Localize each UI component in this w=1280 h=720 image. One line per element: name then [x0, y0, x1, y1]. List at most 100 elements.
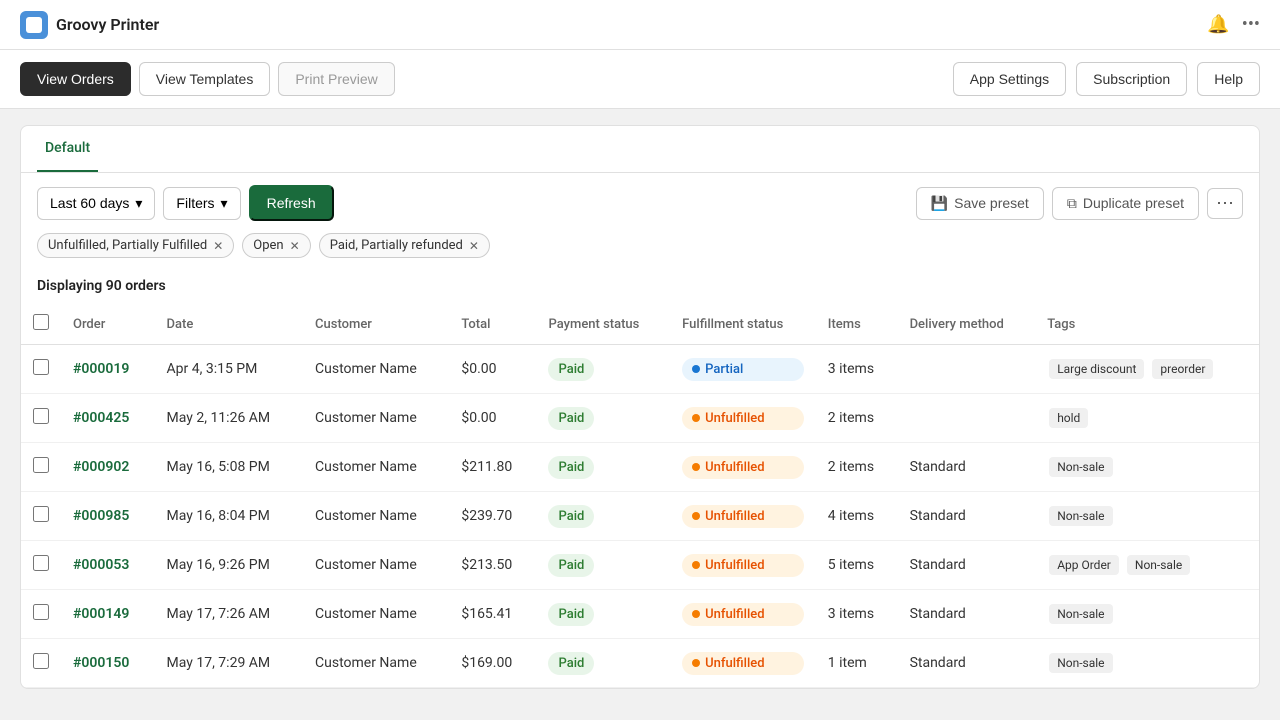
- order-items: 3 items: [816, 345, 898, 394]
- more-options-button[interactable]: ⋯: [1207, 188, 1243, 219]
- topbar-actions: 🔔 •••: [1207, 14, 1260, 35]
- status-dot: [692, 561, 700, 569]
- row-checkbox[interactable]: [33, 506, 49, 522]
- th-tags: Tags: [1035, 304, 1259, 345]
- order-items: 5 items: [816, 541, 898, 590]
- table-row: #000150May 17, 7:29 AMCustomer Name$169.…: [21, 639, 1259, 688]
- payment-status: Paid: [536, 590, 670, 639]
- order-link[interactable]: #000985: [73, 508, 129, 524]
- order-date: May 16, 8:04 PM: [155, 492, 304, 541]
- order-tags: Non-sale: [1035, 492, 1259, 541]
- filter-tag-fulfillment: Unfulfilled, Partially Fulfilled ✕: [37, 233, 234, 258]
- delivery-method: Standard: [898, 492, 1036, 541]
- tab-default[interactable]: Default: [37, 126, 98, 172]
- filters-dropdown[interactable]: Filters ▾: [163, 187, 240, 220]
- tag-pill: Non-sale: [1049, 506, 1112, 526]
- fulfillment-status: Unfulfilled: [670, 590, 816, 639]
- app-settings-button[interactable]: App Settings: [953, 62, 1066, 96]
- customer-name: Customer Name: [303, 345, 449, 394]
- order-date: Apr 4, 3:15 PM: [155, 345, 304, 394]
- save-preset-button[interactable]: 💾 Save preset: [916, 187, 1044, 220]
- subscription-button[interactable]: Subscription: [1076, 62, 1187, 96]
- fulfillment-status-badge: Unfulfilled: [682, 603, 804, 626]
- fulfillment-status-badge: Unfulfilled: [682, 652, 804, 675]
- customer-name: Customer Name: [303, 541, 449, 590]
- row-checkbox[interactable]: [33, 653, 49, 669]
- th-date: Date: [155, 304, 304, 345]
- refresh-button[interactable]: Refresh: [249, 185, 334, 221]
- table-row: #000053May 16, 9:26 PMCustomer Name$213.…: [21, 541, 1259, 590]
- duplicate-preset-button[interactable]: ⧉ Duplicate preset: [1052, 187, 1199, 220]
- table-row: #000985May 16, 8:04 PMCustomer Name$239.…: [21, 492, 1259, 541]
- order-link[interactable]: #000053: [73, 557, 129, 573]
- tabs: Default: [21, 126, 1259, 173]
- order-total: $211.80: [449, 443, 536, 492]
- print-preview-button[interactable]: Print Preview: [278, 62, 394, 96]
- delivery-method: Standard: [898, 639, 1036, 688]
- order-total: $165.41: [449, 590, 536, 639]
- order-tags: hold: [1035, 394, 1259, 443]
- payment-status-badge: Paid: [548, 603, 594, 626]
- order-tags: App OrderNon-sale: [1035, 541, 1259, 590]
- fulfillment-status-badge: Unfulfilled: [682, 456, 804, 479]
- duplicate-icon: ⧉: [1067, 195, 1077, 212]
- order-link[interactable]: #000149: [73, 606, 129, 622]
- toolbar: Last 60 days ▾ Filters ▾ Refresh 💾 Save …: [21, 173, 1259, 233]
- app-logo: [20, 11, 48, 39]
- tag-pill: Non-sale: [1049, 457, 1112, 477]
- topbar-brand: Groovy Printer: [20, 11, 159, 39]
- filter-tag-remove-payment[interactable]: ✕: [469, 239, 479, 253]
- row-checkbox[interactable]: [33, 604, 49, 620]
- tags-cell: Large discountpreorder: [1047, 357, 1247, 381]
- view-templates-button[interactable]: View Templates: [139, 62, 271, 96]
- view-orders-button[interactable]: View Orders: [20, 62, 131, 96]
- tag-pill: Non-sale: [1127, 555, 1190, 575]
- order-link[interactable]: #000425: [73, 410, 129, 426]
- toolbar-right: 💾 Save preset ⧉ Duplicate preset ⋯: [916, 187, 1243, 220]
- delivery-method: Standard: [898, 590, 1036, 639]
- select-all-checkbox[interactable]: [33, 314, 49, 330]
- order-total: $239.70: [449, 492, 536, 541]
- more-icon[interactable]: •••: [1242, 14, 1260, 35]
- th-payment-status: Payment status: [536, 304, 670, 345]
- th-total: Total: [449, 304, 536, 345]
- customer-name: Customer Name: [303, 590, 449, 639]
- status-dot: [692, 512, 700, 520]
- tags-cell: Non-sale: [1047, 651, 1247, 675]
- logo-icon: [26, 17, 42, 33]
- filter-tag-remove-fulfillment[interactable]: ✕: [213, 239, 223, 253]
- fulfillment-status: Unfulfilled: [670, 492, 816, 541]
- app-title: Groovy Printer: [56, 15, 159, 34]
- orders-card: Default Last 60 days ▾ Filters ▾ Refresh…: [20, 125, 1260, 689]
- status-dot: [692, 659, 700, 667]
- tags-cell: Non-sale: [1047, 455, 1247, 479]
- fulfillment-status-badge: Unfulfilled: [682, 505, 804, 528]
- row-checkbox[interactable]: [33, 555, 49, 571]
- tags-cell: Non-sale: [1047, 504, 1247, 528]
- row-checkbox[interactable]: [33, 359, 49, 375]
- order-tags: Non-sale: [1035, 443, 1259, 492]
- th-delivery-method: Delivery method: [898, 304, 1036, 345]
- order-date: May 2, 11:26 AM: [155, 394, 304, 443]
- customer-name: Customer Name: [303, 394, 449, 443]
- fulfillment-status-badge: Unfulfilled: [682, 554, 804, 577]
- delivery-method: Standard: [898, 443, 1036, 492]
- payment-status-badge: Paid: [548, 652, 594, 675]
- order-link[interactable]: #000150: [73, 655, 129, 671]
- tags-cell: App OrderNon-sale: [1047, 553, 1247, 577]
- fulfillment-status-badge: Partial: [682, 358, 804, 381]
- row-checkbox[interactable]: [33, 408, 49, 424]
- payment-status-badge: Paid: [548, 358, 594, 381]
- date-range-dropdown[interactable]: Last 60 days ▾: [37, 187, 155, 220]
- order-link[interactable]: #000902: [73, 459, 129, 475]
- row-checkbox[interactable]: [33, 457, 49, 473]
- fulfillment-status-badge: Unfulfilled: [682, 407, 804, 430]
- payment-status: Paid: [536, 394, 670, 443]
- order-date: May 16, 9:26 PM: [155, 541, 304, 590]
- help-button[interactable]: Help: [1197, 62, 1260, 96]
- tag-pill: Large discount: [1049, 359, 1144, 379]
- tags-cell: Non-sale: [1047, 602, 1247, 626]
- filter-tag-remove-open[interactable]: ✕: [290, 239, 300, 253]
- bell-icon[interactable]: 🔔: [1207, 14, 1229, 35]
- order-link[interactable]: #000019: [73, 361, 129, 377]
